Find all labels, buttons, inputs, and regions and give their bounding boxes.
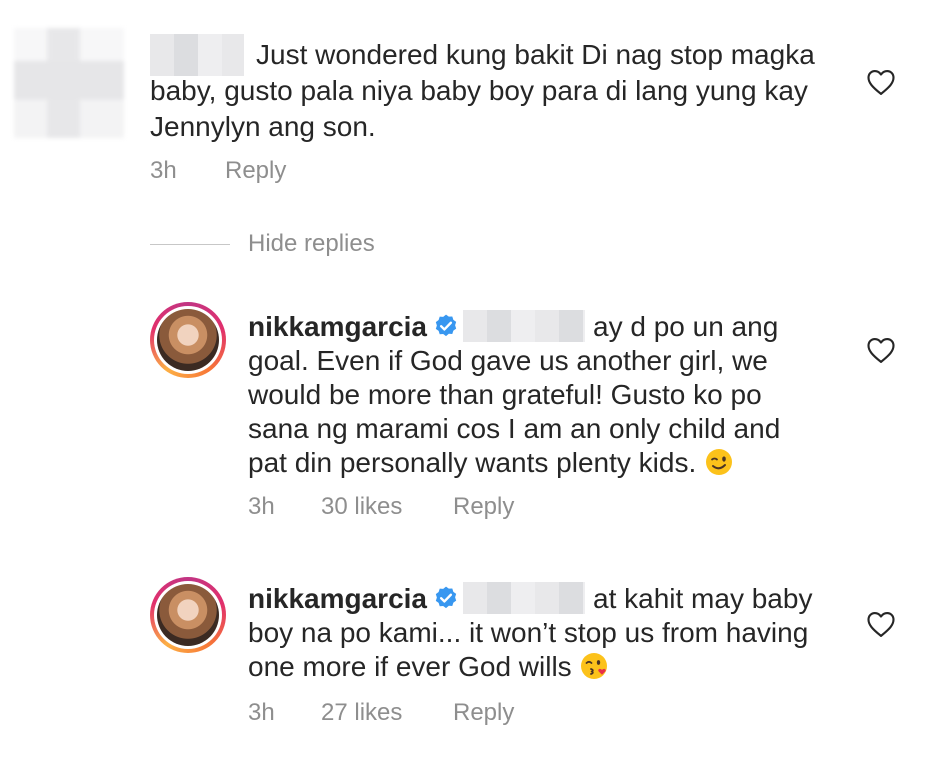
- username[interactable]: nikkamgarcia: [248, 583, 427, 614]
- reply-text-line-2: boy na po kami... it won’t stop us from …: [248, 617, 809, 648]
- avatar[interactable]: [14, 28, 124, 138]
- reply-text-line-4: sana ng marami cos I am an only child an…: [248, 413, 781, 444]
- reply-text-line-1: nikkamgarcia ay d po un ang: [248, 310, 778, 344]
- likes-count[interactable]: 30 likes: [321, 493, 453, 521]
- verified-badge-icon: [435, 586, 457, 609]
- comment-text-line-1: Just wondered kung bakit Di nag stop mag…: [256, 39, 815, 70]
- face-blowing-kiss-icon: [581, 653, 608, 679]
- reply-time: 3h: [248, 699, 275, 726]
- verified-badge-icon: [435, 314, 457, 337]
- reply-text-last: one more if ever God wills: [248, 651, 572, 682]
- avatar[interactable]: [150, 577, 226, 653]
- comment-time: 3h: [150, 157, 177, 184]
- reply-time: 3h: [248, 493, 275, 520]
- reply-text-line-3: would be more than grateful! Gusto ko po: [248, 379, 762, 410]
- reply-text-line-2: goal. Even if God gave us another girl, …: [248, 345, 768, 376]
- heart-icon[interactable]: [866, 68, 896, 96]
- comment-meta: 3h Reply: [150, 157, 286, 185]
- redacted-mention: [463, 582, 585, 614]
- reply-button[interactable]: Reply: [453, 699, 514, 727]
- heart-icon[interactable]: [866, 336, 896, 364]
- reply-item: nikkamgarcia ay d po un ang goal. Even if…: [0, 290, 945, 530]
- reply-meta: 3h 30 likes Reply: [248, 493, 514, 521]
- winking-face-icon: [706, 449, 733, 475]
- reply-text-line-1: nikkamgarcia at kahit may baby: [248, 582, 812, 616]
- comment-text-line-3: Jennylyn ang son.: [150, 111, 376, 142]
- heart-icon[interactable]: [866, 610, 896, 638]
- reply-button[interactable]: Reply: [453, 493, 514, 521]
- comment-item: Just wondered kung bakit Di nag stop mag…: [0, 0, 945, 200]
- divider-line: [150, 244, 230, 245]
- redacted-mention: [463, 310, 585, 342]
- reply-text-line-5: pat din personally wants plenty kids.: [248, 446, 734, 480]
- reply-text-first: ay d po un ang: [593, 311, 779, 342]
- redacted-username: [150, 34, 244, 76]
- reply-text-last: pat din personally wants plenty kids.: [248, 447, 697, 478]
- reply-button[interactable]: Reply: [225, 157, 286, 185]
- reply-text-first: at kahit may baby: [593, 583, 813, 614]
- comment-text-line-2: baby, gusto pala niya baby boy para di l…: [150, 75, 808, 106]
- likes-count[interactable]: 27 likes: [321, 699, 453, 727]
- reply-meta: 3h 27 likes Reply: [248, 699, 514, 727]
- username[interactable]: nikkamgarcia: [248, 311, 427, 342]
- reply-text-line-3: one more if ever God wills: [248, 650, 609, 684]
- reply-item: nikkamgarcia at kahit may baby boy na po …: [0, 565, 945, 745]
- avatar[interactable]: [150, 302, 226, 378]
- hide-replies-button[interactable]: Hide replies: [248, 230, 375, 258]
